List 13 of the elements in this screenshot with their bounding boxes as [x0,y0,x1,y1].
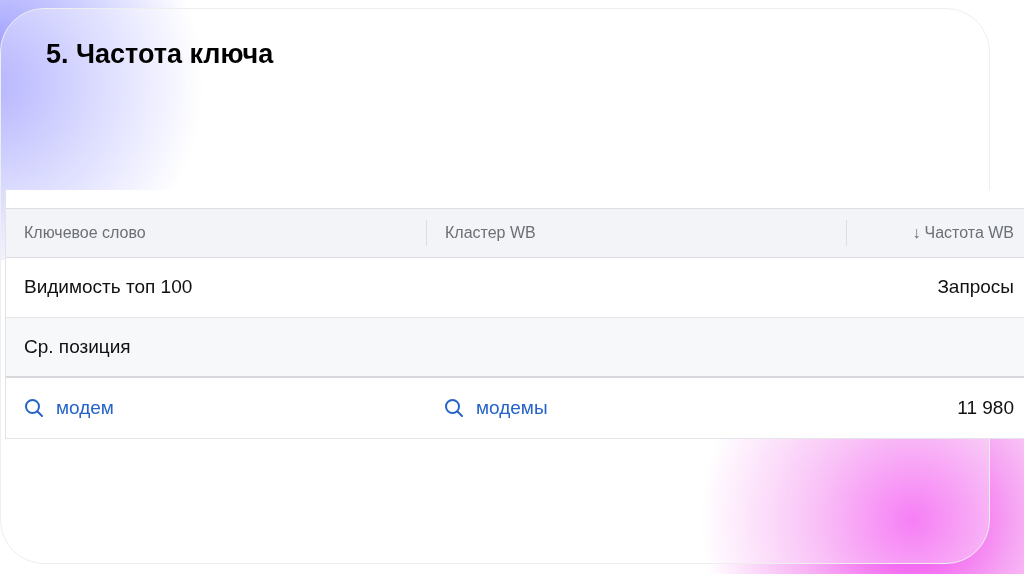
keyword-link[interactable]: модем [56,393,114,423]
cluster-link[interactable]: модемы [476,393,548,423]
frequency-cell-text: 11 980 [957,395,1014,420]
summary-label: Ср. позиция [24,334,131,359]
column-header[interactable]: Кластер WB [445,221,536,245]
slide-title: 5. Частота ключа [46,38,275,71]
search-icon [444,398,464,418]
summary-label: Видимость топ 100 [24,275,193,300]
sort-arrow: ↓ [912,223,921,243]
column-header[interactable]: Ключевое слово [24,221,146,245]
summary-value: Запросы [937,275,1014,300]
search-icon [24,398,44,418]
column-header[interactable]: Частота WB [924,221,1014,245]
